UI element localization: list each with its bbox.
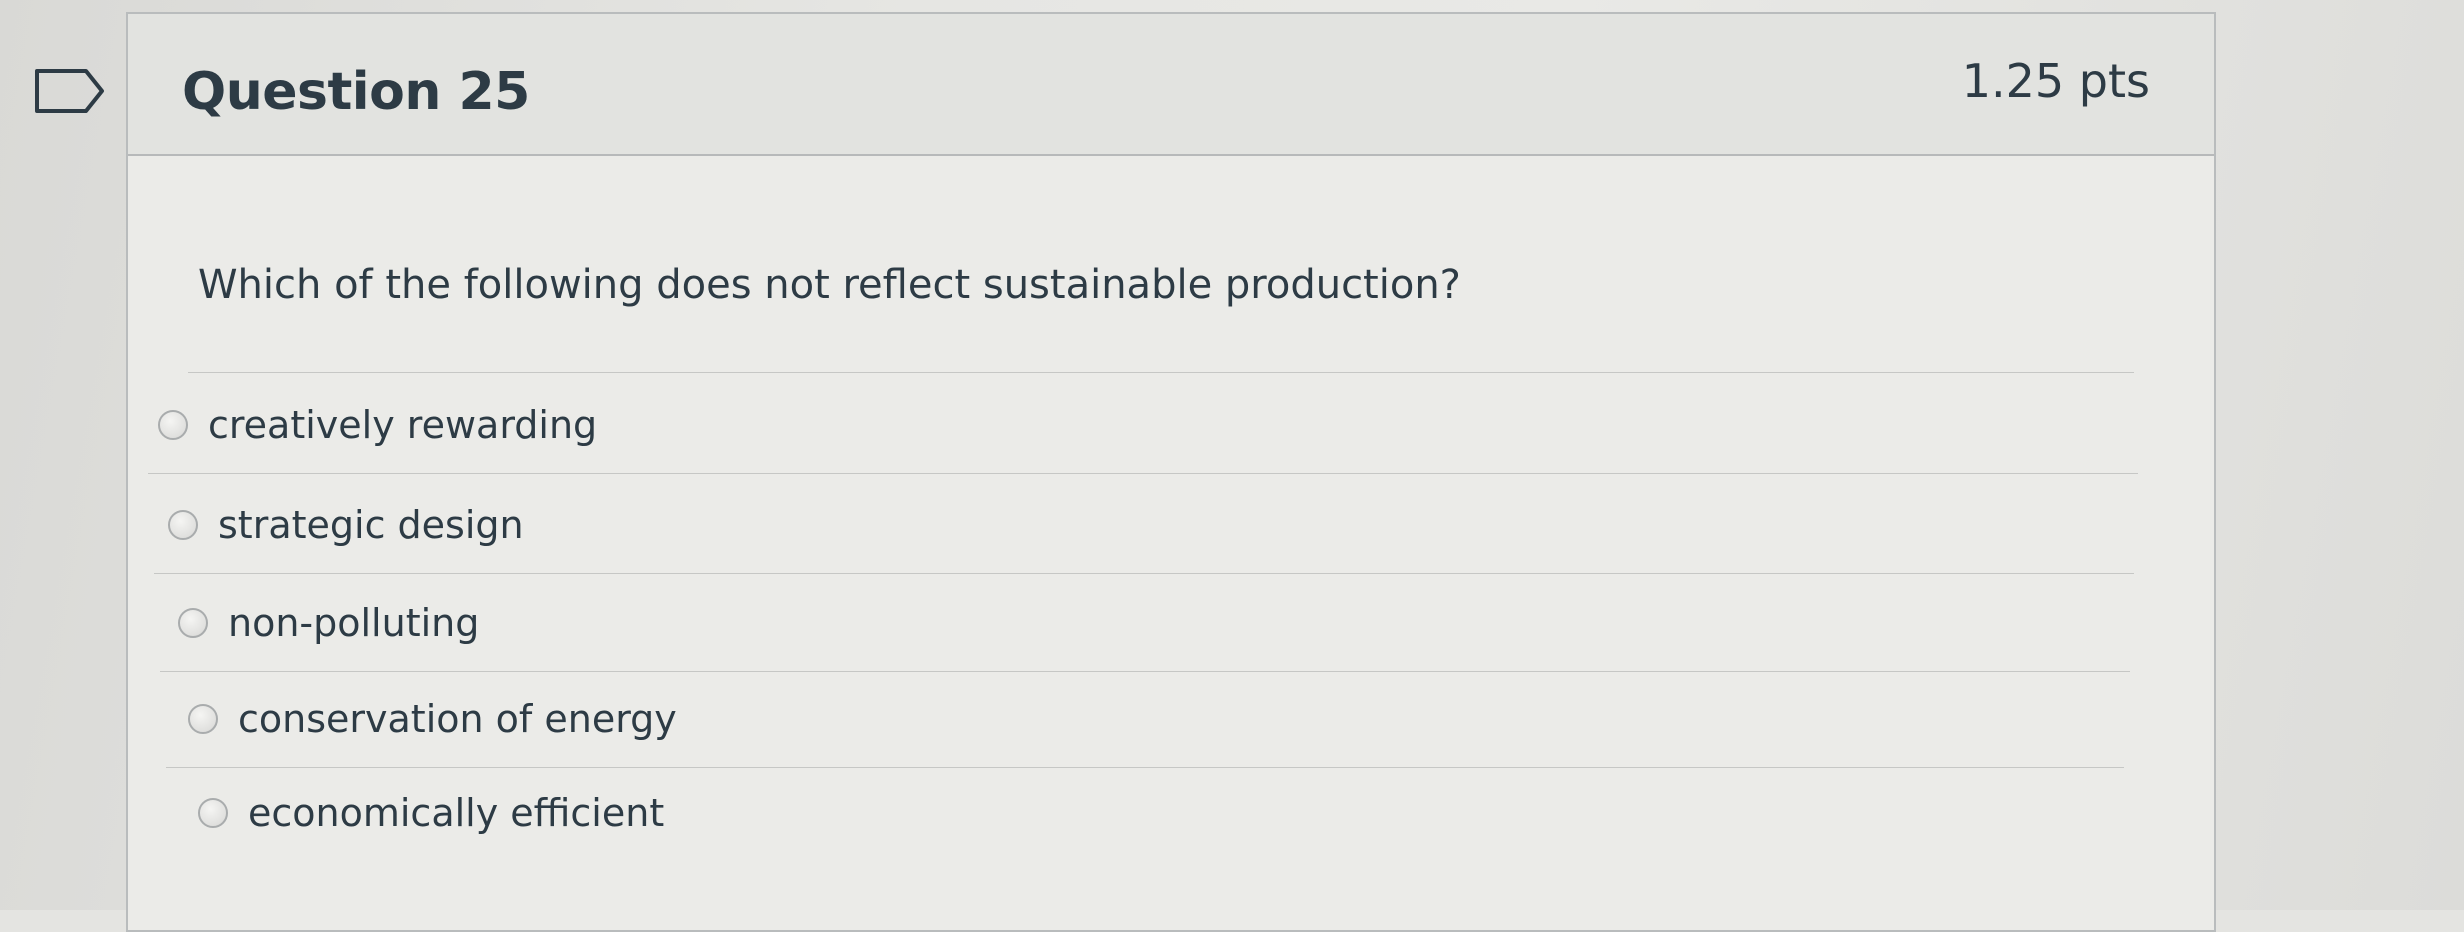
radio-button[interactable] [198, 798, 228, 828]
question-body: Which of the following does not reflect … [128, 156, 2214, 930]
answer-option[interactable]: economically efficient [172, 764, 2122, 862]
answer-label: strategic design [218, 502, 524, 547]
radio-button[interactable] [178, 607, 208, 638]
answer-option[interactable]: creatively rewarding [148, 376, 2138, 474]
question-points: 1.25 pts [1961, 54, 2150, 108]
flag-question-button[interactable] [34, 68, 106, 114]
question-title: Question 25 [182, 62, 530, 122]
answer-label: creatively rewarding [208, 402, 598, 447]
answer-label: conservation of energy [238, 696, 677, 741]
radio-button[interactable] [188, 703, 218, 734]
answers-divider [188, 372, 2134, 373]
answer-option[interactable]: strategic design [154, 476, 2134, 574]
answer-label: economically efficient [248, 791, 665, 835]
radio-button[interactable] [158, 409, 188, 440]
answer-option[interactable]: non-polluting [160, 574, 2130, 672]
question-header: Question 25 1.25 pts [128, 14, 2214, 156]
radio-button[interactable] [168, 509, 198, 540]
flag-outline-icon [35, 69, 104, 113]
question-text: Which of the following does not reflect … [198, 262, 1461, 308]
answer-option[interactable]: conservation of energy [166, 670, 2124, 768]
answer-label: non-polluting [228, 600, 480, 645]
question-card: Question 25 1.25 pts Which of the follow… [126, 12, 2216, 932]
